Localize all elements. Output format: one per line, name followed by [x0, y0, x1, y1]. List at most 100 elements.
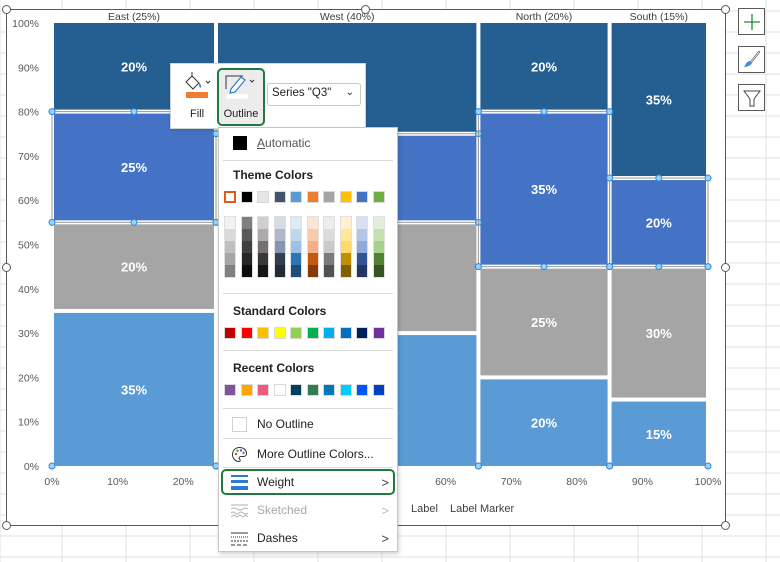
theme-shade-swatch[interactable] [258, 253, 268, 265]
selection-handle[interactable] [655, 263, 663, 271]
theme-color-swatch[interactable] [323, 191, 335, 203]
theme-shade-swatch[interactable] [307, 217, 318, 229]
chart-filters-button[interactable] [738, 84, 765, 111]
standard-color-swatch[interactable] [339, 327, 352, 339]
theme-shade-swatch[interactable] [291, 253, 301, 265]
selection-handle[interactable] [474, 263, 482, 271]
theme-shade-swatch[interactable] [324, 265, 334, 277]
menu-item-more-outline-colors[interactable]: More Outline Colors... [219, 441, 397, 467]
outline-button[interactable]: Outline [217, 68, 265, 126]
selection-handle[interactable] [130, 108, 138, 116]
theme-shade-swatch[interactable] [324, 229, 334, 241]
standard-color-swatch[interactable] [356, 327, 368, 339]
chart-styles-button[interactable] [738, 46, 765, 73]
theme-shade-swatch[interactable] [324, 217, 334, 229]
theme-shade-swatch[interactable] [291, 241, 301, 253]
theme-shade-swatch[interactable] [307, 229, 318, 241]
resize-handle-right[interactable] [721, 263, 730, 272]
theme-shade-swatch[interactable] [274, 265, 285, 277]
theme-shade-swatch[interactable] [225, 229, 235, 241]
selection-handle[interactable] [540, 263, 548, 271]
standard-color-swatch[interactable] [372, 327, 385, 339]
theme-color-swatch[interactable] [290, 191, 302, 203]
selection-handle[interactable] [48, 462, 56, 470]
standard-color-swatch[interactable] [240, 327, 253, 339]
standard-color-swatch[interactable] [323, 327, 335, 339]
theme-shade-swatch[interactable] [307, 241, 318, 253]
theme-shade-swatch[interactable] [373, 217, 384, 229]
menu-item-dashes[interactable]: Dashes > [219, 525, 397, 551]
selection-handle[interactable] [606, 462, 614, 470]
recent-color-swatch[interactable] [273, 384, 286, 396]
theme-shade-swatch[interactable] [324, 253, 334, 265]
theme-shade-swatch[interactable] [307, 265, 318, 277]
resize-handle-bottom-right[interactable] [721, 521, 730, 530]
theme-shade-swatch[interactable] [274, 241, 285, 253]
standard-color-swatch[interactable] [290, 327, 302, 339]
recent-color-swatch[interactable] [356, 384, 368, 396]
theme-shade-swatch[interactable] [357, 265, 367, 277]
recent-color-swatch[interactable] [323, 384, 335, 396]
menu-item-no-outline[interactable]: No Outline [219, 411, 397, 437]
resize-handle-bottom-left[interactable] [2, 521, 11, 530]
theme-color-swatch[interactable] [240, 191, 253, 203]
theme-shade-swatch[interactable] [225, 217, 235, 229]
recent-color-swatch[interactable] [240, 384, 253, 396]
standard-color-swatch[interactable] [224, 327, 236, 339]
theme-shade-swatch[interactable] [307, 253, 318, 265]
selection-handle[interactable] [655, 174, 663, 182]
selection-handle[interactable] [704, 263, 712, 271]
selection-handle[interactable] [474, 462, 482, 470]
selection-handle[interactable] [704, 462, 712, 470]
theme-shade-swatch[interactable] [324, 241, 334, 253]
theme-color-swatch[interactable] [257, 191, 269, 203]
chart-elements-button[interactable] [738, 8, 765, 35]
theme-color-swatch[interactable] [356, 191, 368, 203]
menu-item-weight[interactable]: Weight > [219, 469, 397, 495]
theme-shade-swatch[interactable] [340, 217, 351, 229]
theme-shade-swatch[interactable] [241, 241, 252, 253]
theme-shade-swatch[interactable] [225, 265, 235, 277]
selection-handle[interactable] [704, 174, 712, 182]
selection-handle[interactable] [474, 108, 482, 116]
theme-shade-swatch[interactable] [340, 265, 351, 277]
theme-color-swatch[interactable] [273, 191, 286, 203]
theme-shade-swatch[interactable] [340, 229, 351, 241]
recent-color-swatch[interactable] [224, 384, 236, 396]
theme-shade-swatch[interactable] [274, 229, 285, 241]
theme-shade-swatch[interactable] [241, 229, 252, 241]
theme-shade-swatch[interactable] [373, 265, 384, 277]
theme-shade-swatch[interactable] [357, 229, 367, 241]
series-selector-dropdown[interactable]: Series "Q3" ⌄ [267, 83, 361, 106]
selection-handle[interactable] [606, 174, 614, 182]
standard-color-swatch[interactable] [306, 327, 319, 339]
theme-color-swatch[interactable] [339, 191, 352, 203]
theme-shade-swatch[interactable] [357, 217, 367, 229]
recent-color-swatch[interactable] [306, 384, 319, 396]
recent-color-swatch[interactable] [339, 384, 352, 396]
resize-handle-top-right[interactable] [721, 5, 730, 14]
selection-handle[interactable] [606, 108, 614, 116]
theme-shade-swatch[interactable] [274, 217, 285, 229]
theme-shade-swatch[interactable] [225, 253, 235, 265]
resize-handle-top-left[interactable] [2, 5, 11, 14]
recent-color-swatch[interactable] [257, 384, 269, 396]
theme-shade-swatch[interactable] [258, 265, 268, 277]
theme-shade-swatch[interactable] [225, 241, 235, 253]
theme-shade-swatch[interactable] [373, 229, 384, 241]
theme-shade-swatch[interactable] [241, 217, 252, 229]
theme-shade-swatch[interactable] [241, 253, 252, 265]
standard-color-swatch[interactable] [273, 327, 286, 339]
theme-shade-swatch[interactable] [258, 241, 268, 253]
selection-handle[interactable] [130, 218, 138, 226]
theme-shade-swatch[interactable] [291, 265, 301, 277]
theme-color-swatch[interactable] [224, 191, 236, 203]
theme-color-swatch[interactable] [306, 191, 319, 203]
theme-shade-swatch[interactable] [373, 241, 384, 253]
standard-color-swatch[interactable] [257, 327, 269, 339]
theme-shade-swatch[interactable] [258, 229, 268, 241]
theme-shade-swatch[interactable] [241, 265, 252, 277]
theme-shade-swatch[interactable] [258, 217, 268, 229]
fill-button[interactable]: Fill [177, 68, 217, 126]
selection-handle[interactable] [48, 218, 56, 226]
